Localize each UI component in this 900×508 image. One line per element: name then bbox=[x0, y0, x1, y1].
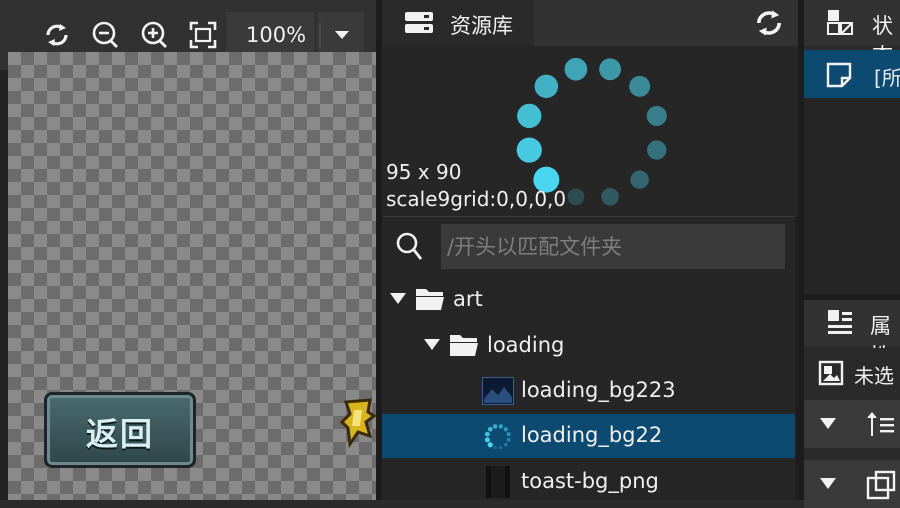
tree-folder-loading[interactable]: loading bbox=[382, 324, 795, 368]
preview-grid-text: scale9grid:0,0,0,0 bbox=[386, 187, 567, 211]
spinner-dot bbox=[503, 442, 508, 447]
zoom-in-icon[interactable] bbox=[139, 20, 169, 50]
property-panel-header[interactable]: 属性 bbox=[804, 300, 900, 368]
property-group-layout[interactable] bbox=[804, 400, 900, 448]
sort-list-icon bbox=[867, 412, 894, 436]
properties-icon bbox=[828, 310, 852, 334]
fit-screen-icon[interactable] bbox=[188, 20, 218, 50]
selection-info-row: 未选 bbox=[804, 348, 900, 398]
tree-item-label: loading_bg223 bbox=[521, 378, 676, 402]
folder-open-icon bbox=[450, 335, 478, 356]
folder-open-icon bbox=[416, 289, 444, 310]
state-panel-body bbox=[804, 98, 900, 294]
search-icon[interactable] bbox=[396, 232, 424, 262]
spinner-dot bbox=[506, 432, 511, 437]
spinner-dot bbox=[567, 188, 585, 206]
divider bbox=[382, 216, 798, 217]
tree-file-loading-bg223[interactable]: loading_bg223 bbox=[382, 369, 795, 413]
property-group-transform[interactable] bbox=[804, 460, 900, 508]
tree-file-loading-bg22-selected[interactable]: loading_bg22 bbox=[382, 414, 795, 458]
preview-size-text: 95 x 90 bbox=[386, 160, 462, 184]
decorative-game-text-image bbox=[340, 392, 376, 462]
spinner-dot bbox=[487, 426, 493, 432]
spinner-dot bbox=[646, 105, 667, 127]
resize-icon bbox=[866, 470, 896, 500]
spinner-dot bbox=[493, 445, 497, 450]
search-input[interactable] bbox=[441, 224, 785, 269]
caret-down-icon[interactable] bbox=[820, 477, 836, 491]
caret-down-icon[interactable] bbox=[820, 417, 836, 431]
spinner-dot bbox=[506, 437, 511, 442]
resource-panel-title: 资源库 bbox=[450, 14, 513, 38]
state-list-item[interactable]: [所 bbox=[804, 50, 900, 98]
spinner-dot bbox=[647, 140, 667, 160]
unselected-label: 未选 bbox=[854, 364, 894, 388]
spinner-dot bbox=[499, 445, 503, 450]
caret-down-icon[interactable] bbox=[424, 338, 440, 352]
spinner-dot bbox=[630, 170, 649, 189]
spinner-dot bbox=[629, 75, 651, 97]
tree-file-toast-bg-png[interactable]: toast-bg_png bbox=[382, 460, 795, 504]
tree-folder-art[interactable]: art bbox=[382, 278, 795, 322]
spinner-dot bbox=[517, 103, 542, 129]
spinner-thumbnail-icon bbox=[484, 424, 511, 450]
caret-down-icon[interactable] bbox=[390, 292, 406, 306]
spinner-dot bbox=[564, 57, 588, 81]
refresh-icon[interactable] bbox=[42, 20, 72, 50]
tree-item-label: loading bbox=[487, 333, 565, 357]
spinner-dot bbox=[487, 442, 493, 448]
spinner-dot bbox=[534, 74, 559, 99]
zoom-level-value: 100% bbox=[246, 23, 307, 47]
tree-item-label: toast-bg_png bbox=[521, 469, 659, 493]
spinner-dot bbox=[599, 58, 621, 81]
tab-resource-library[interactable]: 资源库 bbox=[382, 0, 534, 46]
spinner-dot bbox=[484, 437, 490, 443]
database-icon bbox=[404, 10, 434, 36]
back-button[interactable]: 返回 bbox=[44, 392, 196, 468]
spinner-dot bbox=[601, 187, 619, 206]
tree-item-label: loading_bg22 bbox=[521, 423, 663, 447]
spinner-dot bbox=[492, 424, 498, 429]
spinner-dot bbox=[503, 427, 508, 432]
back-button-label: 返回 bbox=[85, 415, 154, 453]
spinner-dot bbox=[498, 424, 504, 429]
zoom-out-icon[interactable] bbox=[90, 20, 120, 50]
tree-item-label: art bbox=[453, 287, 483, 311]
note-icon bbox=[826, 62, 852, 88]
state-panel-header[interactable]: 状态 bbox=[804, 0, 900, 68]
spinner-dot bbox=[516, 137, 542, 163]
refresh-resources-icon[interactable] bbox=[752, 6, 786, 40]
state-item-label: [所 bbox=[874, 66, 900, 90]
state-icon bbox=[827, 10, 853, 35]
image-frame-icon bbox=[818, 360, 844, 386]
image-thumbnail-icon bbox=[482, 377, 514, 405]
image-thumbnail-icon bbox=[486, 466, 510, 498]
spinner-dot bbox=[484, 431, 490, 437]
